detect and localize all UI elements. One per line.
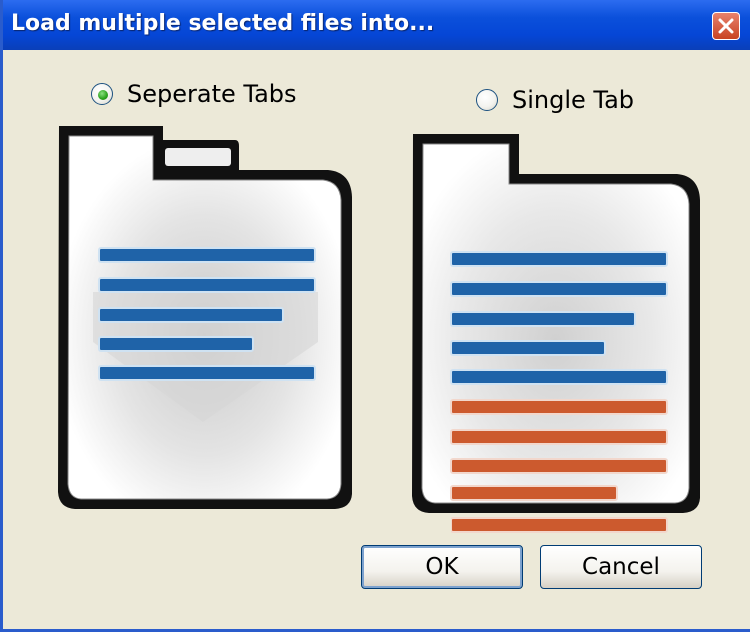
radio-selected-dot bbox=[98, 90, 108, 100]
doc-line bbox=[450, 399, 668, 415]
separate-tabs-illustration bbox=[58, 126, 352, 509]
option-separate-tabs[interactable]: Seperate Tabs bbox=[91, 80, 297, 108]
ok-button[interactable]: OK bbox=[361, 545, 523, 589]
dialog-body: Seperate Tabs Single Tab OK Cancel bbox=[6, 50, 750, 629]
doc-line bbox=[450, 340, 606, 356]
close-icon bbox=[718, 18, 734, 34]
doc-line bbox=[450, 369, 668, 385]
close-button[interactable] bbox=[712, 12, 740, 40]
radio-separate-tabs[interactable] bbox=[91, 83, 113, 105]
doc-line bbox=[98, 247, 316, 263]
title-bar[interactable]: Load multiple selected files into... bbox=[3, 0, 750, 50]
dialog-window: Load multiple selected files into... Sep… bbox=[0, 0, 750, 632]
doc-line bbox=[450, 311, 636, 327]
single-tab-illustration bbox=[412, 134, 700, 513]
option-single-tab[interactable]: Single Tab bbox=[476, 86, 634, 114]
doc-line bbox=[450, 281, 668, 297]
option-separate-tabs-label: Seperate Tabs bbox=[127, 80, 297, 108]
cancel-button-label: Cancel bbox=[582, 554, 660, 580]
single-tab-lines bbox=[450, 251, 668, 501]
ok-button-label: OK bbox=[425, 554, 459, 580]
doc-line bbox=[450, 251, 668, 267]
cancel-button[interactable]: Cancel bbox=[540, 545, 702, 589]
dialog-title: Load multiple selected files into... bbox=[11, 11, 435, 36]
doc-line bbox=[450, 429, 668, 445]
doc-line bbox=[451, 517, 668, 533]
option-single-tab-label: Single Tab bbox=[512, 86, 635, 114]
doc-line bbox=[450, 485, 618, 501]
doc-line bbox=[98, 336, 254, 352]
doc-line bbox=[98, 307, 284, 323]
single-tab-last-line bbox=[451, 517, 668, 533]
doc-line bbox=[98, 365, 316, 381]
doc-line bbox=[450, 458, 668, 474]
doc-line bbox=[98, 277, 316, 293]
radio-single-tab[interactable] bbox=[476, 89, 498, 111]
